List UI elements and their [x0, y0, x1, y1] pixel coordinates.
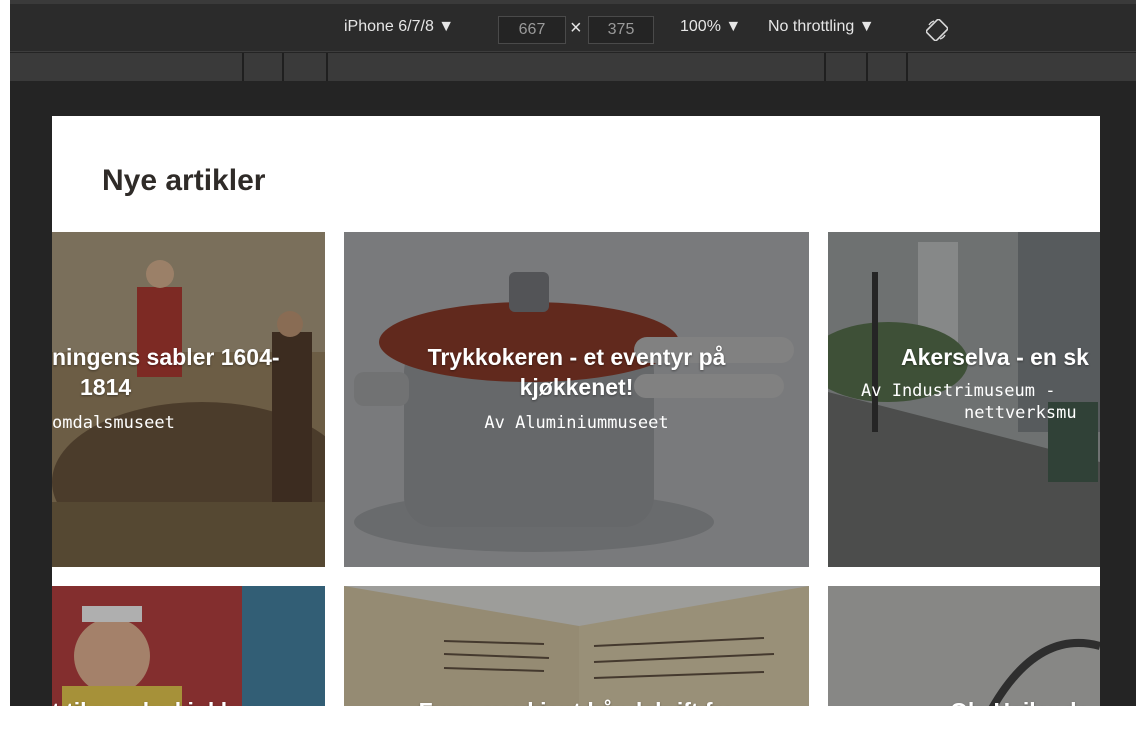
article-title: ningens sabler 1604- — [52, 344, 280, 370]
article-card[interactable]: Funn av ukjent håndskrift fra — [344, 586, 809, 706]
media-query-bar[interactable] — [10, 53, 1136, 81]
article-card[interactable]: t til norske kjøkken — [52, 586, 325, 706]
article-title-line2: 1814 — [80, 374, 132, 400]
article-title: t til norske kjøkken — [52, 696, 325, 706]
device-width-input[interactable]: 667 — [498, 16, 566, 44]
article-card[interactable]: Akerselva - en sk Av Industrimuseum - ne… — [828, 232, 1100, 567]
article-card[interactable]: Trykkokeren - et eventyr på kjøkkenet! A… — [344, 232, 809, 567]
throttling-select[interactable]: No throttling ▼ — [768, 18, 875, 36]
devtools-device-mode: iPhone 6/7/8 ▼ 667 × 375 100% ▼ No throt… — [10, 0, 1136, 706]
article-author-line2: nettverksmu — [964, 403, 1077, 423]
article-title-line2: kjøkkenet! — [519, 374, 634, 400]
page-title: Nye artikler — [102, 164, 266, 197]
article-author: Av Industrimuseum - — [861, 381, 1056, 401]
page-viewport: Nye artikler ningens sabler 1604- 1814 o… — [52, 116, 1100, 706]
rotate-icon[interactable] — [926, 19, 948, 41]
device-toolbar: iPhone 6/7/8 ▼ 667 × 375 100% ▼ No throt… — [10, 0, 1136, 52]
article-author: omdalsmuseet — [52, 413, 175, 433]
zoom-select[interactable]: 100% ▼ — [680, 18, 741, 36]
device-select[interactable]: iPhone 6/7/8 ▼ — [344, 18, 454, 36]
article-title: Funn av ukjent håndskrift fra — [344, 696, 809, 706]
article-card[interactable]: Ole Heilende — [828, 586, 1100, 706]
article-title: Akerselva - en sk — [901, 344, 1089, 370]
article-author: Av Aluminiummuseet — [484, 413, 669, 433]
article-card[interactable]: ningens sabler 1604- 1814 omdalsmuseet — [52, 232, 325, 567]
article-title: Trykkokeren - et eventyr på — [427, 344, 726, 370]
device-height-input[interactable]: 375 — [588, 16, 654, 44]
dimension-separator: × — [570, 17, 582, 39]
article-title: Ole Heilende — [950, 696, 1100, 706]
